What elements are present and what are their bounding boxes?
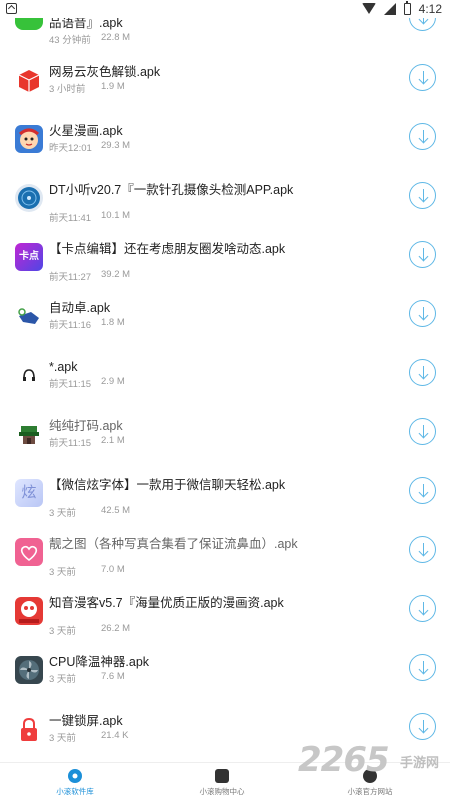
nav-software-library[interactable]: 小滚软件库 [25, 767, 125, 799]
file-meta: 前天11:15 2.1 M [49, 435, 125, 449]
file-title: 自动卓.apk [49, 301, 111, 315]
status-time: 4:12 [418, 2, 442, 16]
zhiyin-icon [15, 597, 43, 625]
gear-icon [68, 769, 82, 783]
download-button[interactable] [409, 713, 436, 740]
file-meta: 前天11:15 2.9 M [49, 376, 125, 390]
file-meta: 3 天前 7.0 M [49, 564, 125, 578]
kadian-icon: 卡点 [15, 243, 43, 271]
file-title: 一键锁屏.apk [49, 714, 123, 728]
heart-icon [15, 538, 43, 566]
list-item[interactable]: 卡点 【卡点编辑】还在考虑朋友圈发啥动态.apk 前天11:27 39.2 M [0, 234, 450, 293]
file-meta: 3 天前 26.2 M [49, 623, 131, 637]
download-button[interactable] [409, 64, 436, 91]
list-item[interactable]: 火星漫画.apk 昨天12:01 29.3 M [0, 116, 450, 175]
list-item[interactable]: 炫 【微信炫字体】一款用于微信聊天轻松.apk 3 天前 42.5 M [0, 470, 450, 529]
fan-icon [15, 656, 43, 684]
nav-label: 小滚软件库 [56, 787, 94, 796]
download-button[interactable] [409, 359, 436, 386]
file-title: *.apk [49, 360, 78, 374]
download-button[interactable] [409, 536, 436, 563]
battery-icon [403, 1, 411, 15]
list-item[interactable]: 网易云灰色解锁.apk 3 小时前 1.9 M [0, 57, 450, 116]
cartoon-face-icon [15, 125, 43, 153]
file-meta: 3 天前 7.6 M [49, 671, 125, 685]
font-icon: 炫 [15, 479, 43, 507]
download-button[interactable] [409, 123, 436, 150]
file-title: 纯纯打码.apk [49, 419, 123, 433]
file-meta: 3 天前 21.4 K [49, 730, 129, 744]
shop-icon [215, 769, 229, 783]
file-title: DT小听v20.7『一款针孔摄像头检测APP.apk [49, 183, 294, 197]
list-item[interactable]: CPU降温神器.apk 3 天前 7.6 M [0, 647, 450, 706]
nav-label: 小滚官方网站 [347, 787, 393, 796]
headphones-icon [15, 361, 43, 389]
signal-icon [383, 3, 396, 15]
download-button[interactable] [409, 300, 436, 327]
file-meta: 3 天前 42.5 M [49, 505, 131, 519]
lock-icon [15, 715, 43, 743]
download-button[interactable] [409, 477, 436, 504]
file-meta: 43 分钟前 22.8 M [49, 32, 131, 46]
watermark-text: 手游网 [400, 755, 440, 770]
file-title: 网易云灰色解锁.apk [49, 65, 161, 79]
file-title: 【卡点编辑】还在考虑朋友圈发啥动态.apk [49, 242, 286, 256]
file-title: 知音漫客v5.7『海量优质正版的漫画资.apk [49, 596, 284, 610]
download-button[interactable] [409, 595, 436, 622]
file-title: 靓之图（各种写真合集看了保证流鼻血）.apk [49, 537, 298, 551]
download-button[interactable] [409, 182, 436, 209]
file-meta: 3 小时前 1.9 M [49, 81, 125, 95]
download-button[interactable] [409, 241, 436, 268]
wifi-icon [361, 3, 376, 15]
file-meta: 前天11:27 39.2 M [49, 269, 131, 283]
file-title: CPU降温神器.apk [49, 655, 150, 669]
file-meta: 昨天12:01 29.3 M [49, 140, 131, 154]
list-item[interactable]: 纯纯打码.apk 前天11:15 2.1 M [0, 411, 450, 470]
app-notification-icon [6, 3, 17, 14]
file-meta: 前天11:16 1.8 M [49, 317, 125, 331]
list-item[interactable]: 靓之图（各种写真合集看了保证流鼻血）.apk 3 天前 7.0 M [0, 529, 450, 588]
file-title: 火星漫画.apk [49, 124, 123, 138]
file-meta: 前天11:41 10.1 M [49, 210, 131, 224]
watermark-logo: 2265 手游网 [298, 740, 448, 780]
red-box-icon [15, 66, 43, 94]
file-list: 品语音』.apk 43 分钟前 22.8 M 网易云灰色解锁.apk 3 小时前 1… [0, 0, 450, 762]
hand-tap-icon [15, 302, 43, 330]
watermark-number: 2265 [298, 740, 390, 780]
file-title: 【微信炫字体】一款用于微信聊天轻松.apk [49, 478, 286, 492]
list-item[interactable]: DT小听v20.7『一款针孔摄像头检测APP.apk 前天11:41 10.1 M [0, 175, 450, 234]
nav-shopping-center[interactable]: 小滚购物中心 [172, 767, 272, 799]
radar-icon [15, 184, 43, 212]
pixel-house-icon [15, 420, 43, 448]
download-button[interactable] [409, 418, 436, 445]
nav-label: 小滚购物中心 [199, 787, 245, 796]
list-item[interactable]: 自动卓.apk 前天11:16 1.8 M [0, 293, 450, 352]
list-item[interactable]: *.apk 前天11:15 2.9 M [0, 352, 450, 411]
status-bar: 4:12 [0, 0, 450, 18]
file-title: 品语音』.apk [49, 16, 123, 30]
list-item[interactable]: 知音漫客v5.7『海量优质正版的漫画资.apk 3 天前 26.2 M [0, 588, 450, 647]
download-button[interactable] [409, 654, 436, 681]
